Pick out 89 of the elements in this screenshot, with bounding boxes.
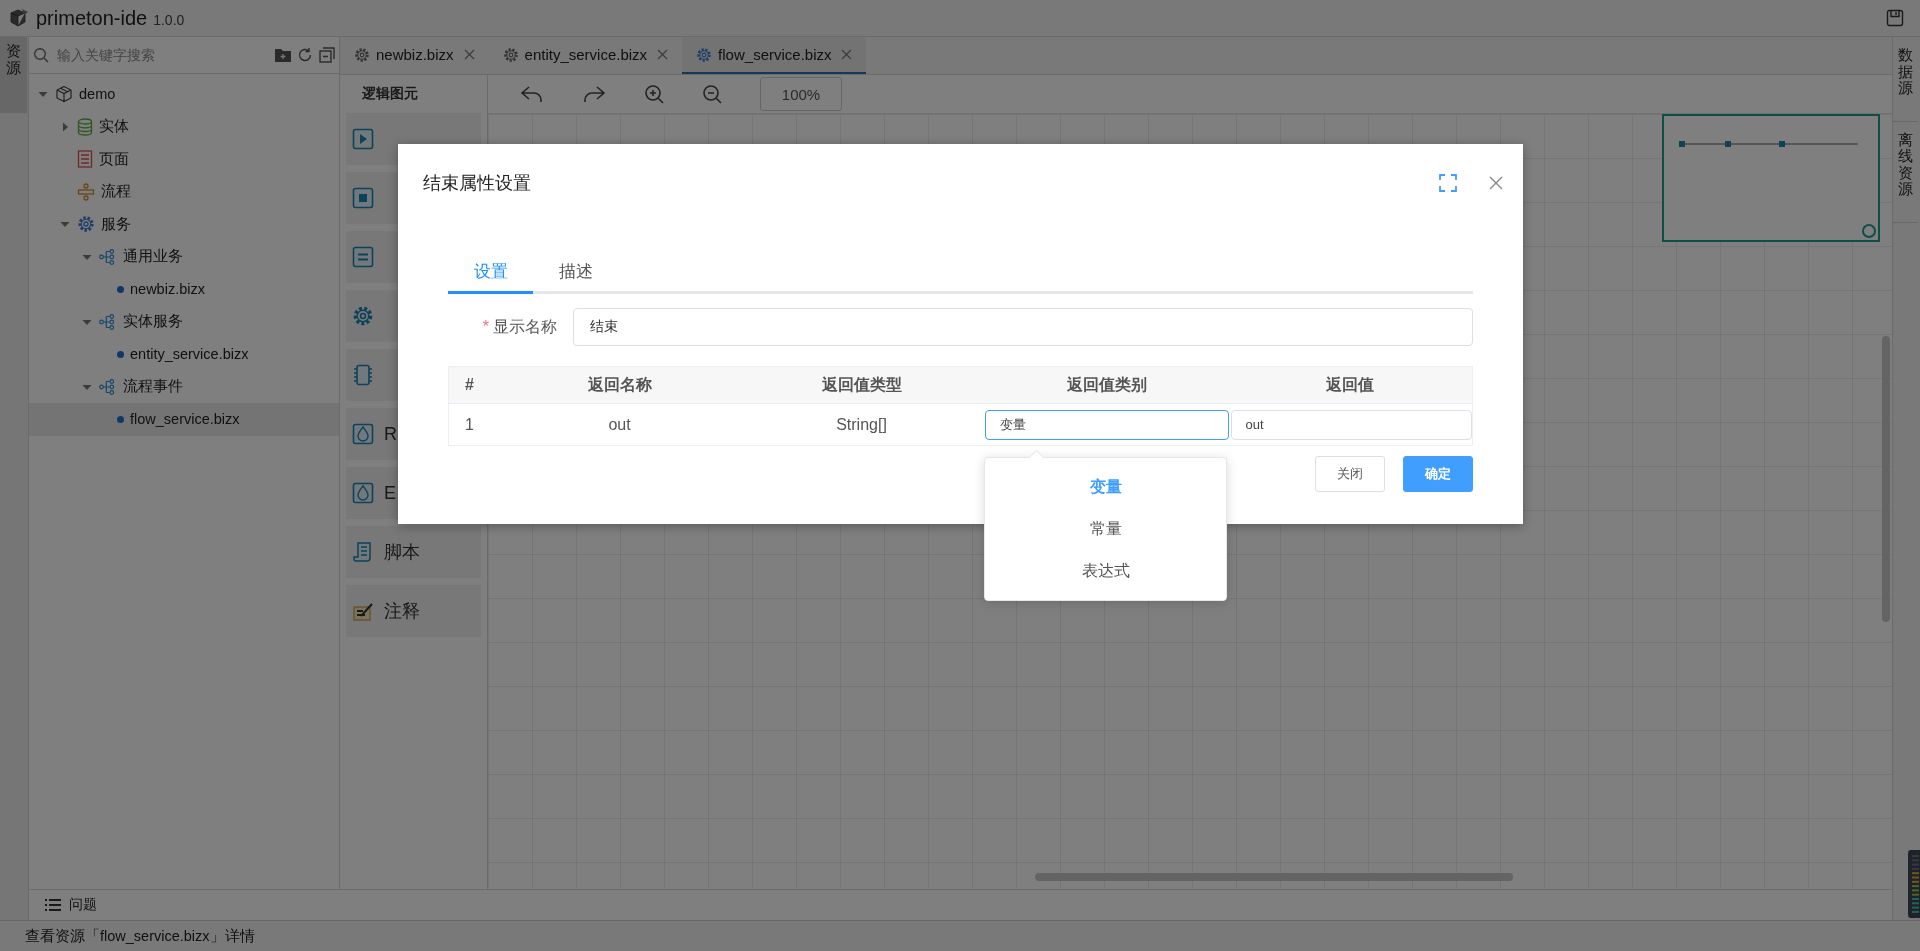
tree-item[interactable]: 流程事件 (29, 370, 339, 403)
scrollbar-thumb[interactable] (1882, 336, 1890, 622)
gear-icon (77, 215, 95, 234)
palette-item[interactable]: 注释 (346, 585, 481, 637)
column-header: 返回值 (1228, 366, 1473, 404)
table-cell: 1 (448, 403, 501, 446)
scroll-icon (352, 541, 374, 563)
close-icon[interactable] (463, 49, 475, 60)
close-icon[interactable] (841, 49, 853, 60)
level-meter-icon (1908, 850, 1920, 918)
name-field[interactable]: 结束 (573, 308, 1473, 346)
close-icon[interactable] (1489, 176, 1503, 190)
dot-icon (117, 285, 124, 293)
minimap-drawing[interactable] (1662, 114, 1880, 242)
column-header: 返回值类别 (984, 366, 1229, 404)
app-name: primeton-ide (36, 6, 148, 30)
tree-item[interactable]: 实体服务 (29, 305, 339, 338)
drop-icon (352, 423, 374, 445)
save-icon[interactable] (1886, 9, 1904, 27)
cube-icon (55, 85, 73, 104)
tree-item[interactable]: flow_service.bizx (29, 403, 339, 436)
side-tab[interactable]: 资源 (0, 37, 27, 113)
palette-item[interactable]: 脚本 (346, 526, 481, 578)
flow-icon (77, 182, 95, 201)
table-cell: out (500, 403, 739, 446)
scrollbar-thumb[interactable] (1035, 873, 1513, 881)
column-header: 返回值类型 (738, 366, 985, 404)
gear-icon (352, 305, 374, 327)
dialog-tab[interactable]: 设置 (448, 252, 533, 294)
undo-button[interactable] (520, 84, 544, 104)
tree-item[interactable]: 页面 (29, 143, 339, 176)
required-mark: * (482, 317, 489, 335)
field-label: 显示名称 (493, 317, 557, 335)
editor-tab[interactable]: flow_service.bizx (682, 37, 867, 74)
select-field[interactable]: 变量 (984, 409, 1229, 440)
hierarchy-icon (99, 378, 117, 395)
gear-icon (502, 46, 519, 63)
stop-icon (352, 187, 374, 209)
tree-item[interactable]: 实体 (29, 110, 339, 143)
dialog-title: 结束属性设置 (423, 172, 531, 195)
folder-icon[interactable] (275, 48, 291, 62)
hierarchy-icon (99, 248, 117, 265)
search-icon (33, 47, 49, 63)
gear-icon (696, 46, 713, 63)
drop-icon (352, 482, 374, 504)
fullscreen-icon[interactable] (1439, 174, 1457, 192)
zoom-level[interactable]: 100% (760, 77, 842, 111)
chip-icon (352, 364, 374, 386)
dropdown-option[interactable]: 常量 (985, 508, 1226, 550)
palette-title: 逻辑图元 (361, 84, 419, 103)
dropdown-option[interactable]: 表达式 (985, 550, 1226, 592)
dialog-tab[interactable]: 描述 (533, 252, 618, 294)
play-icon (352, 128, 374, 150)
list-icon (45, 898, 61, 912)
zoom-in-button[interactable] (644, 84, 664, 104)
collapse-icon[interactable] (319, 47, 335, 63)
zoom-out-button[interactable] (702, 84, 722, 104)
close-icon[interactable] (657, 49, 669, 60)
tree-item[interactable]: 通用业务 (29, 240, 339, 273)
redo-button[interactable] (582, 84, 606, 104)
column-header: 返回名称 (500, 366, 739, 404)
hierarchy-icon (99, 313, 117, 330)
refresh-icon[interactable] (297, 47, 313, 63)
dot-icon (117, 350, 124, 358)
page-icon (77, 150, 93, 169)
side-tab[interactable]: 离线资源 (1893, 121, 1918, 223)
tree-item[interactable]: 服务 (29, 208, 339, 241)
dot-icon (117, 415, 124, 423)
close-button[interactable]: 关闭 (1315, 456, 1385, 492)
dropdown-option[interactable]: 变量 (985, 466, 1226, 508)
tree-item[interactable]: entity_service.bizx (29, 338, 339, 371)
editor-tab[interactable]: newbiz.bizx (340, 37, 489, 74)
database-icon (77, 117, 93, 136)
problems-tab[interactable]: 问题 (45, 896, 97, 914)
app-version: 1.0.0 (153, 12, 185, 28)
status-text: 查看资源「flow_service.bizx」详情 (0, 920, 1920, 951)
column-header: # (448, 366, 501, 404)
side-tab[interactable]: 数据源 (1893, 37, 1918, 122)
confirm-button[interactable]: 确定 (1403, 456, 1473, 492)
tree-item[interactable]: 流程 (29, 175, 339, 208)
cube-logo-icon (8, 7, 30, 29)
gear-icon (354, 46, 370, 63)
tree-item[interactable]: newbiz.bizx (29, 273, 339, 306)
search-field[interactable]: 输入关键字搜索 (55, 46, 269, 64)
table-cell: String[] (738, 403, 985, 446)
input-field[interactable]: out (1230, 409, 1472, 440)
tree-item[interactable]: demo (29, 78, 339, 111)
editor-tab[interactable]: entity_service.bizx (488, 37, 683, 74)
equals-icon (352, 246, 374, 268)
